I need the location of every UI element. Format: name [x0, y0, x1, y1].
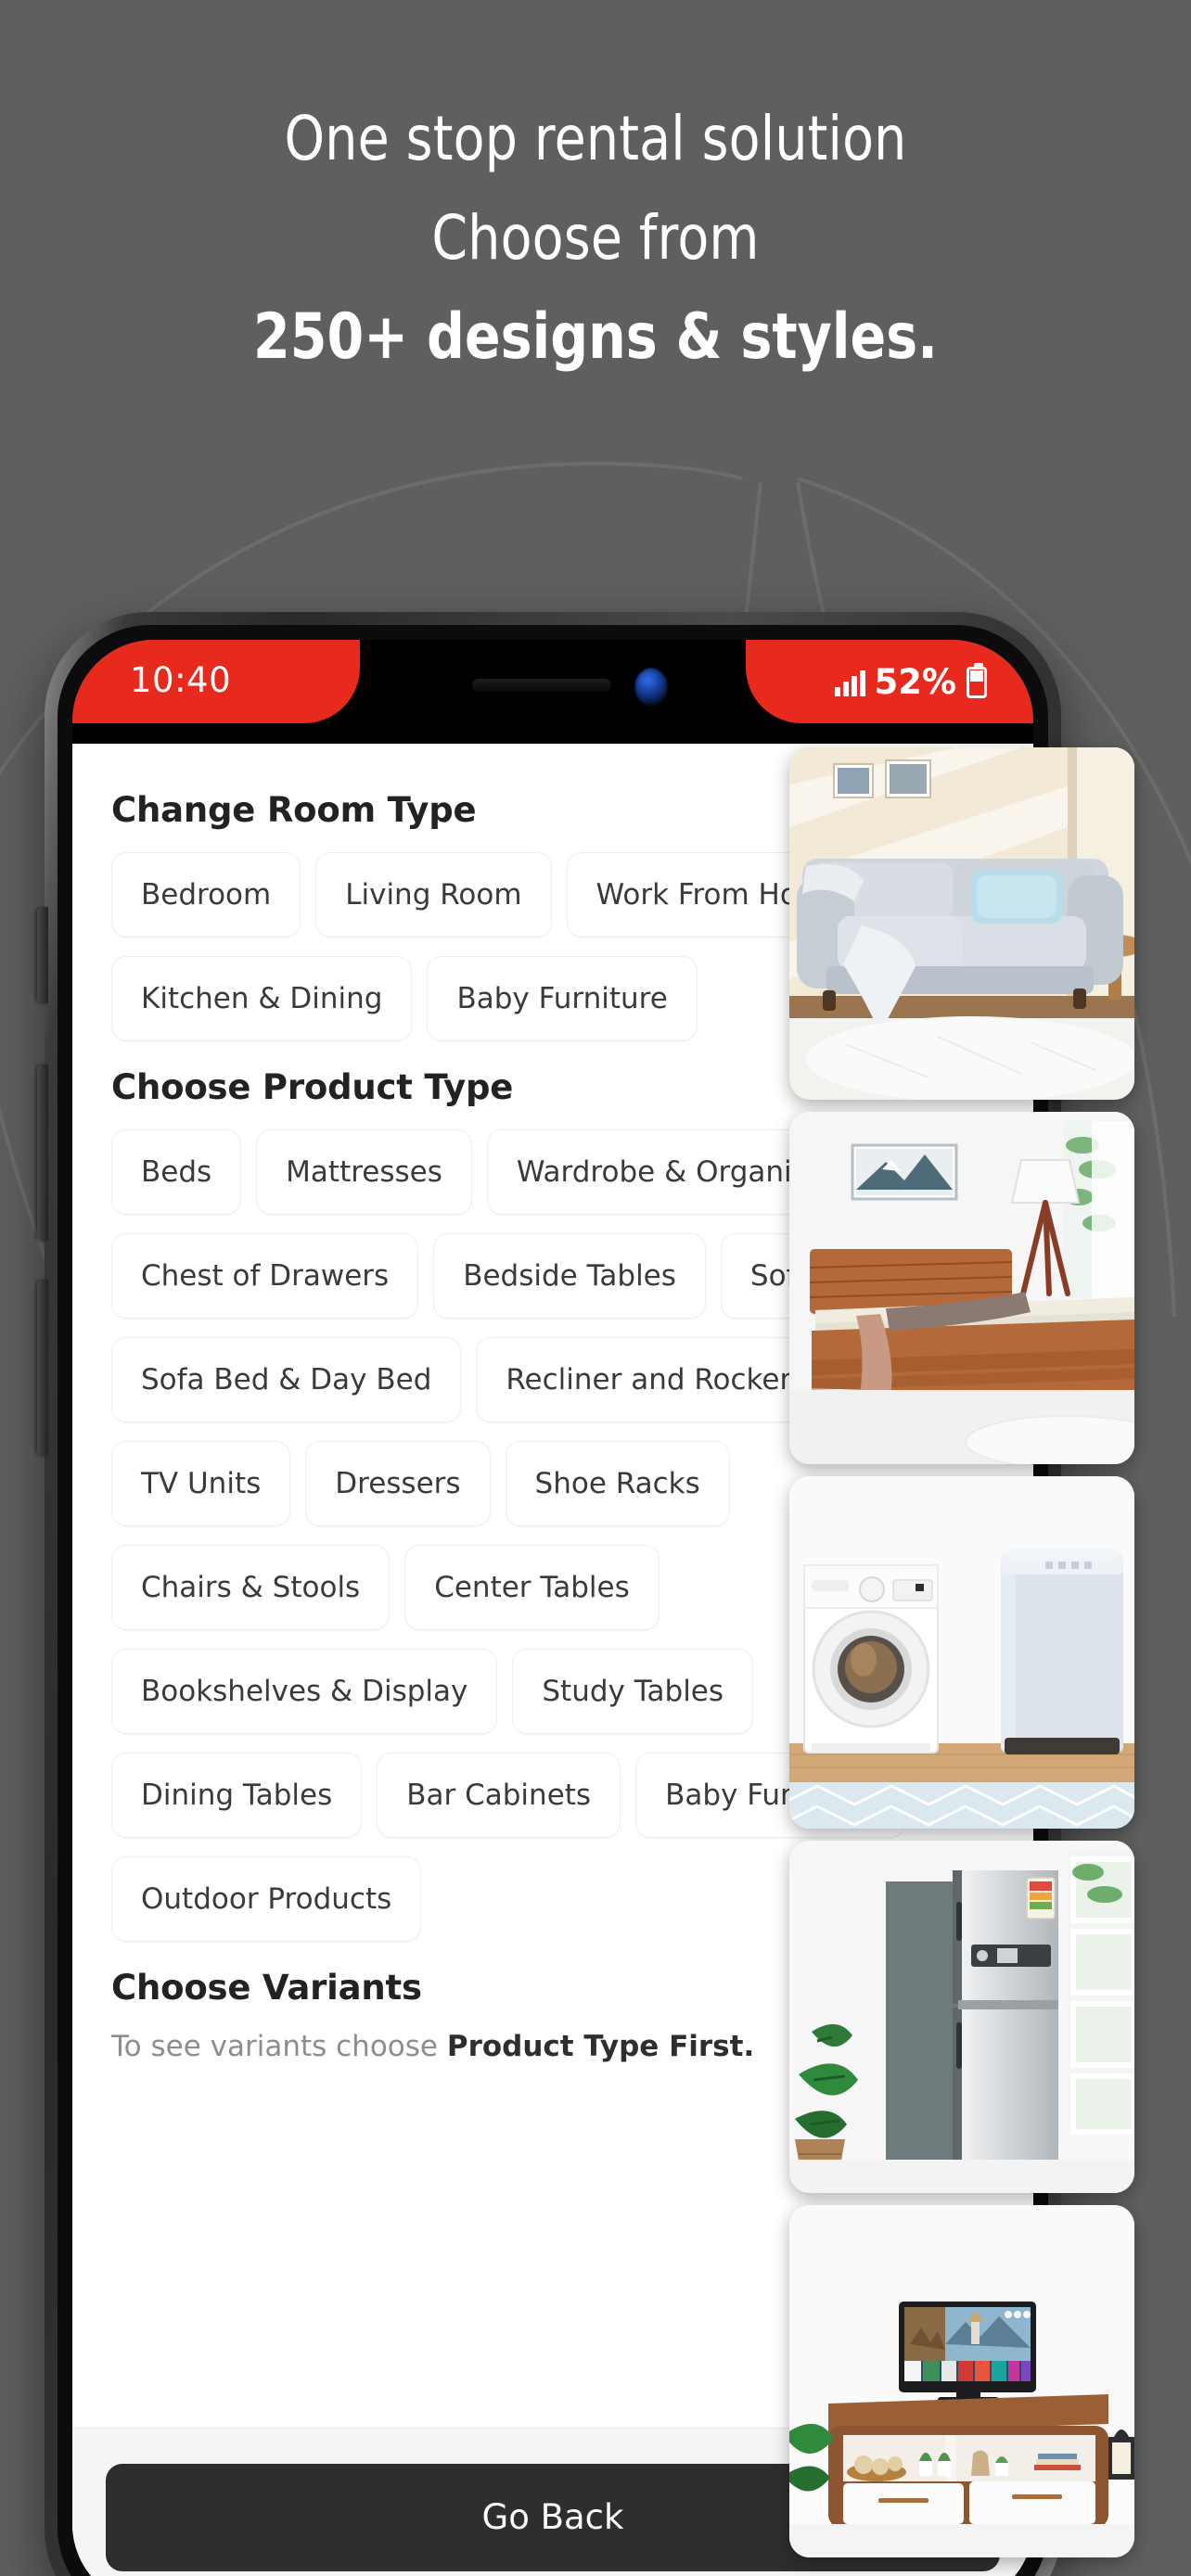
- product-type-chip[interactable]: Beds: [111, 1129, 242, 1215]
- bed-card[interactable]: [789, 1112, 1134, 1464]
- product-type-chip[interactable]: Outdoor Products: [111, 1856, 422, 1942]
- product-type-chip[interactable]: Center Tables: [404, 1545, 660, 1630]
- status-indicators: 52%: [835, 662, 987, 702]
- phone-notch: [360, 640, 746, 723]
- product-type-chip[interactable]: Dressers: [305, 1441, 491, 1526]
- variants-note-prefix: To see variants choose: [111, 2030, 447, 2063]
- status-time: 10:40: [130, 660, 232, 700]
- phone-volume-up-button[interactable]: [37, 1065, 48, 1241]
- status-bar: 10:40 52%: [72, 640, 1033, 744]
- battery-percent-label: 52%: [874, 662, 956, 702]
- product-type-chip[interactable]: Study Tables: [512, 1649, 754, 1734]
- signal-bars-icon: [835, 669, 866, 696]
- promo-line-1: One stop rental solution: [284, 103, 907, 174]
- product-image-carousel: [789, 747, 1191, 2570]
- front-camera-icon: [634, 668, 668, 707]
- refrigerator-card[interactable]: [789, 1841, 1134, 2193]
- promo-line-2: Choose from: [431, 202, 760, 274]
- room-type-chip[interactable]: Kitchen & Dining: [111, 956, 413, 1041]
- product-type-chip[interactable]: Bookshelves & Display: [111, 1649, 498, 1734]
- phone-silent-switch[interactable]: [37, 907, 48, 1003]
- room-type-chip[interactable]: Living Room: [315, 852, 552, 937]
- tv-unit-card[interactable]: [789, 2205, 1134, 2557]
- phone-volume-down-button[interactable]: [37, 1280, 48, 1456]
- promo-headline: One stop rental solution Choose from 250…: [0, 89, 1191, 387]
- battery-icon: [967, 662, 987, 698]
- product-type-chip[interactable]: Bedside Tables: [433, 1233, 706, 1319]
- product-type-chip[interactable]: Bar Cabinets: [377, 1753, 621, 1838]
- product-type-chip[interactable]: Chairs & Stools: [111, 1545, 391, 1630]
- product-type-chip[interactable]: Chest of Drawers: [111, 1233, 419, 1319]
- product-type-chip[interactable]: Sofa Bed & Day Bed: [111, 1337, 462, 1422]
- product-type-chip[interactable]: Shoe Racks: [505, 1441, 730, 1526]
- room-type-chip[interactable]: Baby Furniture: [427, 956, 698, 1041]
- washing-machine-card[interactable]: [789, 1476, 1134, 1829]
- sofa-card[interactable]: [789, 747, 1134, 1100]
- variants-note-strong: Product Type First.: [446, 2030, 755, 2063]
- earpiece-speaker-icon: [472, 679, 611, 692]
- promo-line-3: 250+ designs & styles.: [253, 300, 938, 374]
- product-type-chip[interactable]: Mattresses: [256, 1129, 472, 1215]
- product-type-chip[interactable]: Recliner and Rocker: [476, 1337, 822, 1422]
- room-type-chip[interactable]: Bedroom: [111, 852, 301, 937]
- product-type-chip[interactable]: TV Units: [111, 1441, 291, 1526]
- product-type-chip[interactable]: Dining Tables: [111, 1753, 363, 1838]
